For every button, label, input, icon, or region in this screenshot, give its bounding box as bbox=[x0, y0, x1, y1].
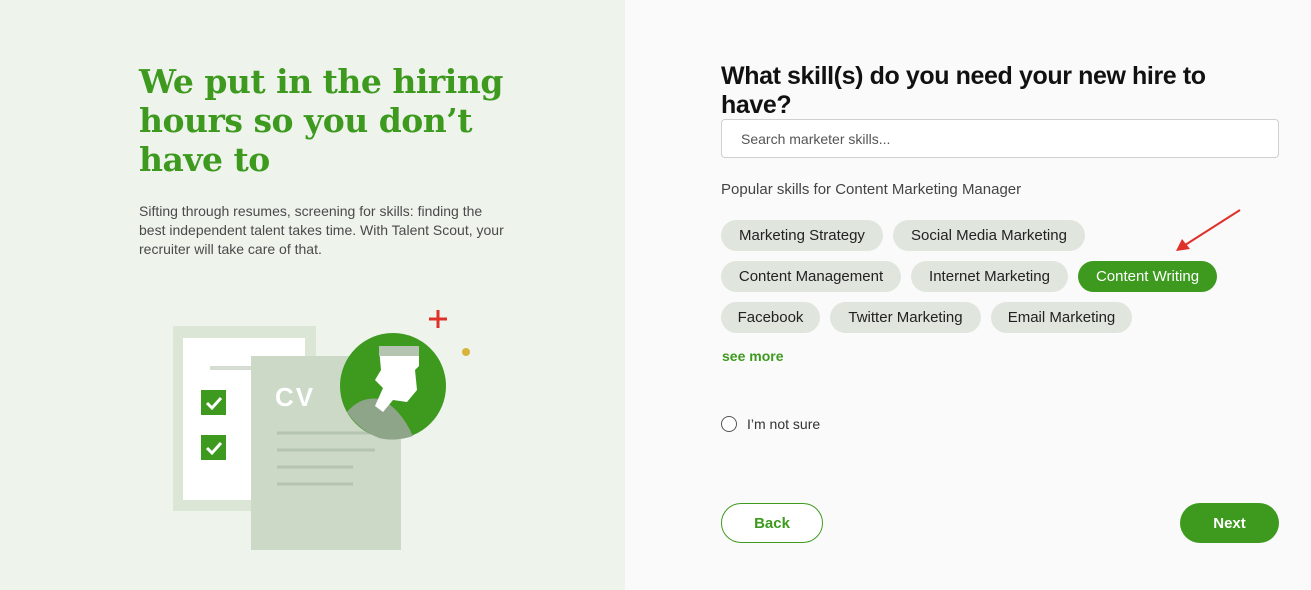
plus-icon bbox=[429, 310, 447, 328]
next-button[interactable]: Next bbox=[1180, 503, 1279, 543]
question-title: What skill(s) do you need your new hire … bbox=[721, 62, 1206, 119]
not-sure-label: I’m not sure bbox=[747, 416, 821, 432]
skill-chip-twitter-marketing[interactable]: Twitter Marketing bbox=[830, 302, 981, 333]
skill-chip-content-management[interactable]: Content Management bbox=[721, 261, 901, 292]
left-panel: We put in the hiring hours so you don’t … bbox=[0, 0, 625, 590]
skill-search-input[interactable] bbox=[721, 119, 1279, 158]
skill-chip-marketing-strategy[interactable]: Marketing Strategy bbox=[721, 220, 883, 251]
cv-illustration: CV bbox=[173, 310, 470, 550]
skill-chip-social-media-marketing[interactable]: Social Media Marketing bbox=[893, 220, 1085, 251]
annotation-arrow-icon bbox=[1176, 209, 1241, 251]
checkbox-checked-icon bbox=[201, 390, 226, 415]
popular-skills-label: Popular skills for Content Marketing Man… bbox=[721, 181, 1022, 198]
subtext: Sifting through resumes, screening for s… bbox=[139, 203, 504, 257]
not-sure-radio[interactable] bbox=[721, 416, 737, 432]
see-more-link[interactable]: see more bbox=[722, 348, 783, 364]
skill-chip-facebook[interactable]: Facebook bbox=[721, 302, 820, 333]
yellow-dot bbox=[462, 348, 470, 356]
headline: We put in the hiring hours so you don’t … bbox=[139, 62, 503, 179]
avatar-icon bbox=[340, 333, 446, 440]
skill-chip-content-writing[interactable]: Content Writing bbox=[1078, 261, 1217, 292]
cv-label: CV bbox=[275, 382, 315, 412]
skill-chip-internet-marketing[interactable]: Internet Marketing bbox=[911, 261, 1068, 292]
checkbox-checked-icon bbox=[201, 435, 226, 460]
skill-chip-email-marketing[interactable]: Email Marketing bbox=[991, 302, 1132, 333]
back-button[interactable]: Back bbox=[721, 503, 823, 543]
not-sure-option[interactable]: I’m not sure bbox=[721, 416, 820, 432]
